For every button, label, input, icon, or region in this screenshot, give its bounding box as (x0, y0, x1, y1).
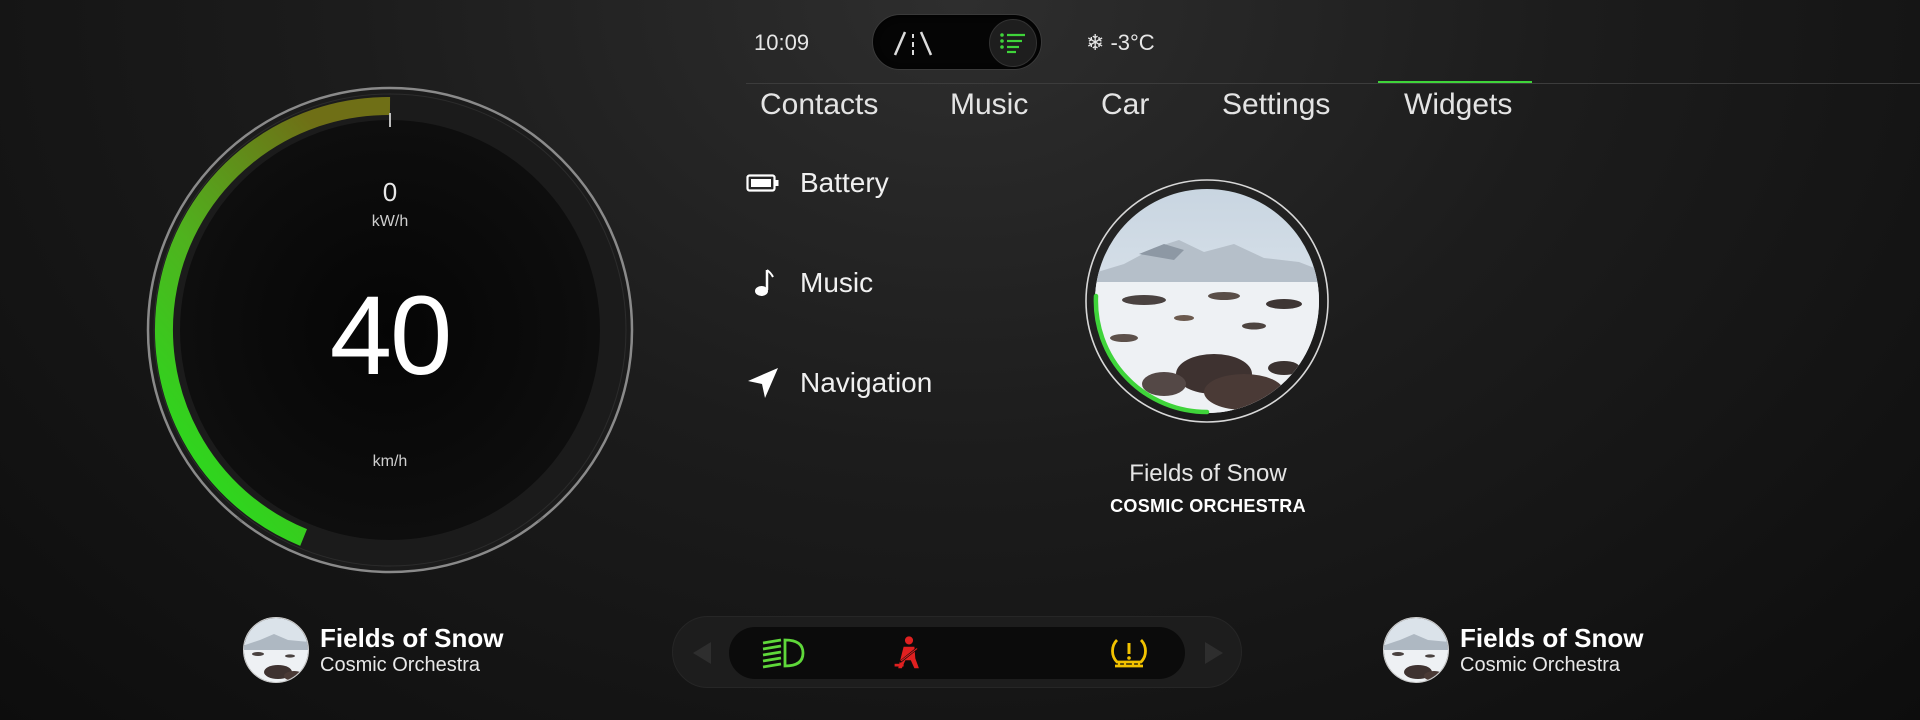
tab-music[interactable]: Music (950, 88, 1028, 122)
now-playing-left[interactable]: Fields of Snow Cosmic Orchestra (242, 616, 503, 684)
widget-item-label: Navigation (800, 367, 933, 398)
speedometer-gauge: 0 kW/h 40 km/h (145, 85, 635, 575)
widget-item-label: Music (800, 267, 874, 298)
now-playing-artist: Cosmic Orchestra (1460, 654, 1621, 676)
now-playing-title: Fields of Snow (1460, 623, 1644, 653)
tire-pressure-icon (1105, 635, 1153, 671)
clock: 10:09 (754, 30, 810, 55)
power-value: 0 (382, 177, 398, 207)
tab-car[interactable]: Car (1101, 88, 1149, 122)
navigation-arrow-icon (746, 366, 780, 400)
chevron-right-icon[interactable] (1199, 639, 1227, 667)
album-title: Fields of Snow (1129, 460, 1287, 487)
power-unit: kW/h (371, 213, 409, 230)
now-playing-title: Fields of Snow (320, 623, 504, 653)
outside-temperature: ❄ -3°C (1086, 30, 1155, 56)
album-thumbnail (1382, 616, 1450, 684)
widget-item-music[interactable]: Music (746, 266, 873, 300)
temperature-value: -3°C (1110, 30, 1155, 55)
active-tab-indicator (1378, 81, 1532, 83)
speed-value: 40 (329, 273, 453, 398)
music-note-icon (746, 266, 780, 300)
tab-widgets[interactable]: Widgets (1404, 88, 1512, 122)
list-icon[interactable] (989, 19, 1037, 67)
now-playing-right[interactable]: Fields of Snow Cosmic Orchestra (1382, 616, 1643, 684)
widget-item-battery[interactable]: Battery (746, 166, 889, 200)
tab-settings[interactable]: Settings (1222, 88, 1330, 122)
album-widget[interactable] (1084, 178, 1330, 424)
warning-icons-track (729, 627, 1185, 679)
widget-item-label: Battery (800, 167, 889, 198)
snowflake-icon: ❄ (1086, 30, 1105, 55)
now-playing-artist: Cosmic Orchestra (320, 654, 481, 676)
album-art (1085, 179, 1329, 423)
tab-contacts[interactable]: Contacts (760, 88, 878, 122)
battery-icon (746, 166, 780, 200)
road-icon[interactable] (883, 23, 943, 63)
header-divider (746, 83, 1920, 84)
widget-item-navigation[interactable]: Navigation (746, 366, 932, 400)
headlight-icon (759, 635, 807, 671)
seatbelt-icon (885, 635, 933, 671)
chevron-left-icon[interactable] (689, 639, 717, 667)
album-artist: COSMIC ORCHESTRA (1110, 496, 1306, 516)
album-thumbnail (242, 616, 310, 684)
mode-switch[interactable] (872, 14, 1042, 70)
warning-indicator-bar (672, 616, 1242, 688)
speed-unit: km/h (372, 453, 408, 470)
